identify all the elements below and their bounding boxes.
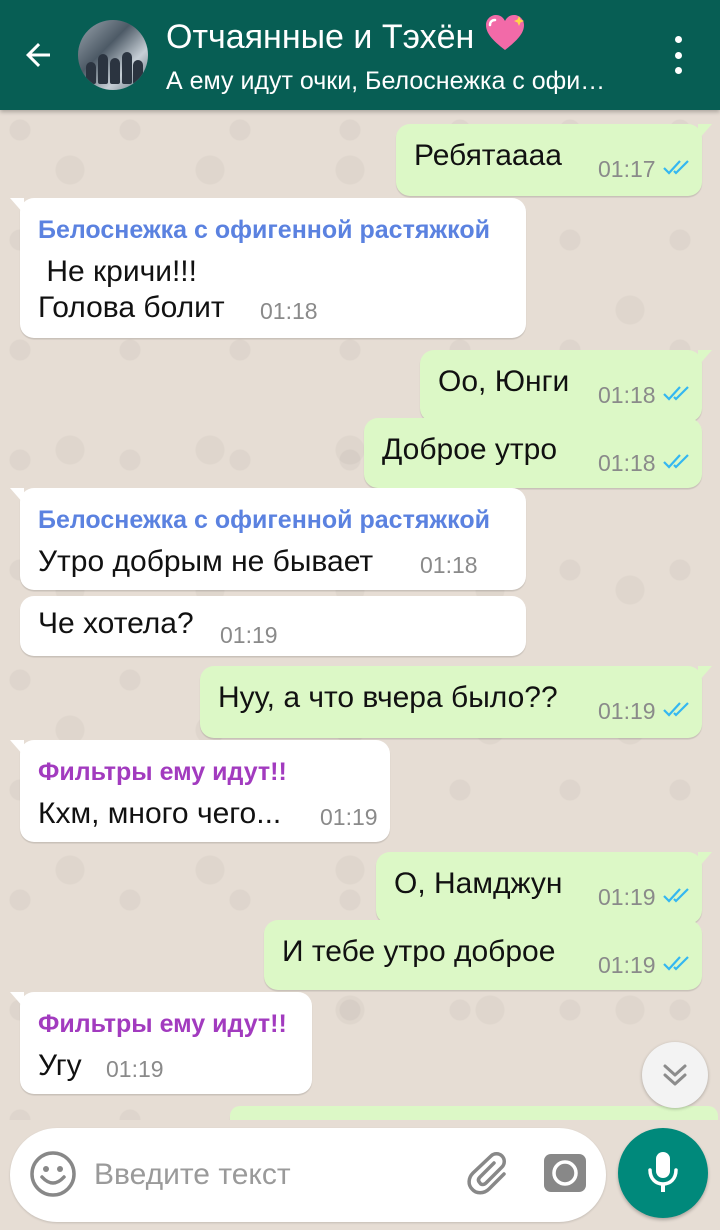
- message-text: И тебе утро доброе: [282, 935, 556, 968]
- message-time: 01:18: [260, 298, 318, 324]
- message-time: 01:19: [598, 952, 656, 978]
- paperclip-icon: [467, 1152, 506, 1195]
- message-text: Угу: [38, 1049, 82, 1082]
- message-list[interactable]: Ребятаааа 01:17 Белоснежка с офигенной р…: [0, 110, 720, 1120]
- read-ticks-icon: [663, 386, 689, 401]
- emoji-button[interactable]: [28, 1149, 78, 1204]
- chat-header: Отчаянные и Тэхён А ему идут очки, Белос…: [0, 0, 720, 110]
- message-text: Утро добрым не бывает: [38, 545, 374, 578]
- arrow-back-icon: [26, 43, 50, 67]
- chevron-double-down-icon: [663, 1064, 687, 1086]
- message-outgoing[interactable]: Нуу, а что вчера было?? 01:19: [200, 666, 712, 738]
- camera-button[interactable]: [542, 1150, 588, 1201]
- chat-title-block[interactable]: Отчаянные и Тэхён А ему идут очки, Белос…: [166, 14, 636, 97]
- message-text: Кхм, много чего...: [38, 797, 282, 830]
- message-outgoing[interactable]: Оо, Юнги 01:18: [420, 350, 712, 422]
- read-ticks-icon: [663, 702, 689, 717]
- message-incoming[interactable]: Фильтры ему идут!! Угу 01:19: [10, 992, 312, 1094]
- more-vert-dot: [674, 67, 682, 74]
- chat-subtitle: А ему идут очки, Белоснежка с офи…: [166, 66, 606, 95]
- message-outgoing[interactable]: И тебе утро доброе 01:19: [264, 920, 702, 990]
- more-vert-dot: [674, 51, 682, 59]
- message-text: Не кричи!!! Голова болит: [38, 255, 225, 324]
- more-vert-icon: [674, 36, 682, 43]
- emoji-icon: [30, 1151, 76, 1197]
- message-incoming[interactable]: Белоснежка с офигенной растяжкой Не крич…: [10, 198, 526, 338]
- message-outgoing[interactable]: Доброе утро 01:18: [364, 418, 702, 488]
- message-text: О, Намджун: [394, 867, 563, 900]
- voice-message-button[interactable]: [618, 1128, 708, 1218]
- message-composer: [10, 1128, 606, 1222]
- read-ticks-icon: [663, 160, 689, 175]
- chat-title: Отчаянные и Тэхён: [166, 14, 636, 61]
- more-options-button[interactable]: [666, 36, 690, 74]
- back-button[interactable]: [0, 0, 72, 110]
- message-time: 01:18: [598, 382, 656, 408]
- message-time: 01:18: [598, 450, 656, 476]
- read-ticks-icon: [663, 956, 689, 971]
- message-incoming[interactable]: Белоснежка с офигенной растяжкой Утро до…: [10, 488, 526, 590]
- scroll-to-bottom-button[interactable]: [642, 1042, 708, 1108]
- message-incoming[interactable]: Че хотела? 01:19: [20, 596, 526, 656]
- message-text: Нуу, а что вчера было??: [218, 681, 558, 714]
- partial-outgoing-message: [230, 1106, 718, 1120]
- message-time: 01:17: [598, 156, 656, 182]
- message-input[interactable]: [94, 1150, 454, 1200]
- group-avatar[interactable]: [78, 20, 148, 90]
- message-text: Оо, Юнги: [438, 365, 570, 398]
- message-sender: Белоснежка с офигенной растяжкой: [38, 216, 490, 244]
- message-time: 01:19: [598, 698, 656, 724]
- message-incoming[interactable]: Фильтры ему идут!! Кхм, много чего... 01…: [10, 740, 390, 842]
- camera-icon: [544, 1154, 586, 1192]
- attach-button[interactable]: [466, 1150, 516, 1205]
- message-time: 01:19: [220, 622, 278, 648]
- read-ticks-icon: [663, 454, 689, 469]
- message-time: 01:19: [598, 884, 656, 910]
- message-outgoing[interactable]: Ребятаааа 01:17: [396, 124, 712, 196]
- read-ticks-icon: [663, 888, 689, 903]
- message-text: Доброе утро: [382, 433, 558, 466]
- message-sender: Белоснежка с офигенной растяжкой: [38, 506, 490, 534]
- message-sender: Фильтры ему идут!!: [38, 1010, 287, 1038]
- message-text: Че хотела?: [38, 607, 194, 640]
- message-sender: Фильтры ему идут!!: [38, 758, 287, 786]
- chat-title-text: Отчаянные и Тэхён: [166, 18, 475, 56]
- message-text: Ребятаааа: [414, 139, 562, 172]
- message-time: 01:19: [320, 804, 378, 830]
- message-time: 01:18: [420, 552, 478, 578]
- mic-icon: [648, 1152, 678, 1192]
- message-outgoing[interactable]: О, Намджун 01:19: [376, 852, 712, 924]
- sparkling-heart-icon: [484, 14, 526, 61]
- message-time: 01:19: [106, 1056, 164, 1082]
